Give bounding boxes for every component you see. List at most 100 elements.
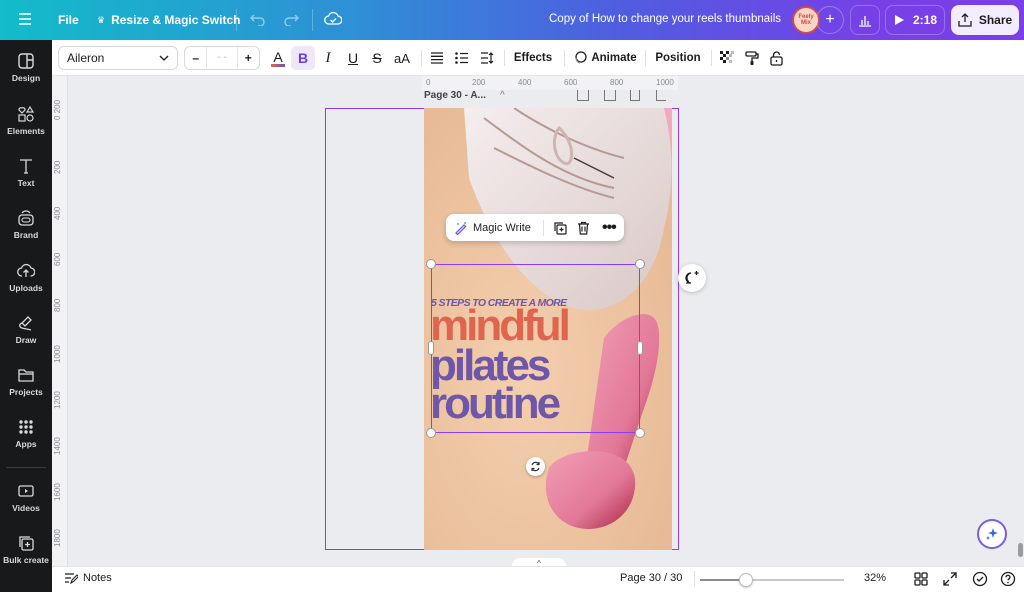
add-comment-button[interactable] (678, 264, 706, 292)
delete-page-icon[interactable] (630, 90, 640, 101)
sidebar-item-brand[interactable]: Brand (0, 209, 52, 257)
text-selection-box[interactable] (431, 264, 640, 433)
ruler-tick-label: 1600 (53, 483, 62, 501)
resize-handle-bottom-right[interactable] (635, 428, 645, 438)
sidebar-label: Elements (7, 126, 45, 136)
delete-button[interactable] (572, 214, 596, 241)
cloud-save-status[interactable] (324, 11, 342, 27)
comment-add-icon (685, 271, 699, 284)
resize-handle-left[interactable] (428, 341, 434, 355)
menu-button[interactable] (18, 12, 32, 26)
text-icon (20, 159, 32, 174)
rotate-handle[interactable] (526, 457, 545, 476)
top-ruler: 0 200 400 600 800 1000 (422, 76, 678, 90)
resize-handle-bottom-left[interactable] (426, 428, 436, 438)
divider (504, 50, 505, 66)
font-size-input[interactable]: - - (206, 47, 238, 69)
sidebar-item-projects[interactable]: Projects (0, 366, 52, 414)
plus-icon: + (825, 11, 835, 28)
sidebar-label: Text (17, 178, 35, 188)
share-button[interactable]: Share (951, 5, 1019, 35)
redo-icon (284, 14, 299, 26)
copy-style-button[interactable] (741, 46, 763, 70)
strikethrough-button[interactable]: S (365, 46, 389, 70)
transparency-button[interactable] (716, 46, 738, 70)
resize-handle-top-left[interactable] (426, 259, 436, 269)
font-family-dropdown[interactable]: Aileron (58, 46, 178, 70)
duplicate-icon (554, 221, 567, 235)
duplicate-page-icon[interactable] (604, 90, 616, 101)
sidebar-label: Uploads (9, 283, 43, 293)
chevron-down-icon (159, 55, 169, 61)
bullet-list-icon (455, 52, 468, 64)
vertical-scrollbar[interactable] (1018, 543, 1023, 557)
document-title[interactable]: Copy of How to change your reels thumbna… (549, 13, 781, 25)
notes-icon (65, 573, 78, 584)
grid-view-icon (914, 572, 928, 586)
list-button[interactable] (451, 46, 473, 70)
text-color-button[interactable]: A (266, 46, 290, 70)
more-icon: ••• (601, 218, 617, 236)
spacing-button[interactable] (476, 46, 498, 70)
more-options-button[interactable]: ••• (596, 214, 622, 241)
help-button[interactable] (1000, 571, 1016, 590)
resize-magic-switch-button[interactable]: ♛ Resize & Magic Switch (97, 13, 240, 27)
sidebar-item-apps[interactable]: Apps (0, 418, 52, 466)
sidebar-item-bulk-create[interactable]: Bulk create (0, 534, 52, 582)
sidebar-item-design[interactable]: Design (0, 52, 52, 100)
add-page-icon[interactable] (656, 90, 666, 101)
ruler-tick-label: 200 (472, 78, 486, 87)
underline-button[interactable]: U (341, 46, 365, 70)
cloud-check-icon (324, 11, 342, 25)
sidebar-item-uploads[interactable]: Uploads (0, 262, 52, 310)
page-indicator[interactable]: Page 30 / 30 (620, 572, 682, 584)
ruler-tick-label: 1800 (53, 529, 62, 547)
ruler-tick-label: 0 (426, 78, 431, 87)
duplicate-button[interactable] (548, 214, 572, 241)
alignment-button[interactable] (426, 46, 448, 70)
page-title[interactable]: Page 30 - A... (424, 90, 486, 101)
present-button[interactable]: 2:18 (885, 5, 945, 35)
increase-font-size-button[interactable]: + (238, 51, 259, 65)
letter-case-button[interactable]: aA (389, 46, 415, 70)
grid-view-button[interactable] (914, 572, 928, 589)
sidebar-item-draw[interactable]: Draw (0, 314, 52, 362)
undo-button[interactable] (250, 12, 266, 26)
magic-write-button[interactable]: Magic Write (446, 214, 539, 241)
file-menu[interactable]: File (58, 13, 79, 27)
sidebar-item-elements[interactable]: Elements (0, 105, 52, 153)
lock-button[interactable] (765, 46, 787, 70)
check-button[interactable] (972, 571, 988, 590)
magic-assistant-button[interactable] (977, 519, 1007, 549)
expand-icon (943, 572, 957, 586)
text-color-swatch (271, 63, 285, 67)
bold-button[interactable]: B (291, 46, 315, 70)
decrease-font-size-button[interactable]: – (185, 51, 206, 65)
move-page-icon[interactable] (577, 90, 589, 101)
collapse-page-icon[interactable]: ^ (500, 90, 505, 101)
resize-handle-right[interactable] (637, 341, 643, 355)
font-name: Aileron (67, 51, 105, 65)
italic-button[interactable]: I (316, 46, 340, 70)
sidebar-item-text[interactable]: Text (0, 157, 52, 205)
zoom-slider-thumb[interactable] (739, 573, 753, 587)
notes-button[interactable]: Notes (64, 572, 112, 584)
zoom-slider[interactable] (700, 573, 844, 587)
ruler-tick-label: 200 (53, 160, 62, 174)
transparency-icon (720, 51, 734, 63)
insights-button[interactable] (850, 5, 880, 35)
resize-handle-top-right[interactable] (635, 259, 645, 269)
crown-icon: ♛ (97, 14, 106, 25)
ruler-tick-label: 600 (53, 252, 62, 266)
check-circle-icon (972, 571, 988, 587)
redo-button[interactable] (283, 12, 299, 26)
animate-button[interactable]: Animate (572, 46, 638, 70)
position-button[interactable]: Position (652, 46, 704, 70)
hamburger-icon (19, 13, 31, 25)
sidebar-item-videos[interactable]: Videos (0, 482, 52, 530)
add-collaborator-button[interactable]: + (816, 6, 844, 34)
ruler-tick-label: 1000 (656, 78, 674, 87)
zoom-level[interactable]: 32% (864, 572, 886, 584)
fullscreen-button[interactable] (943, 572, 957, 589)
effects-button[interactable]: Effects (510, 46, 556, 70)
